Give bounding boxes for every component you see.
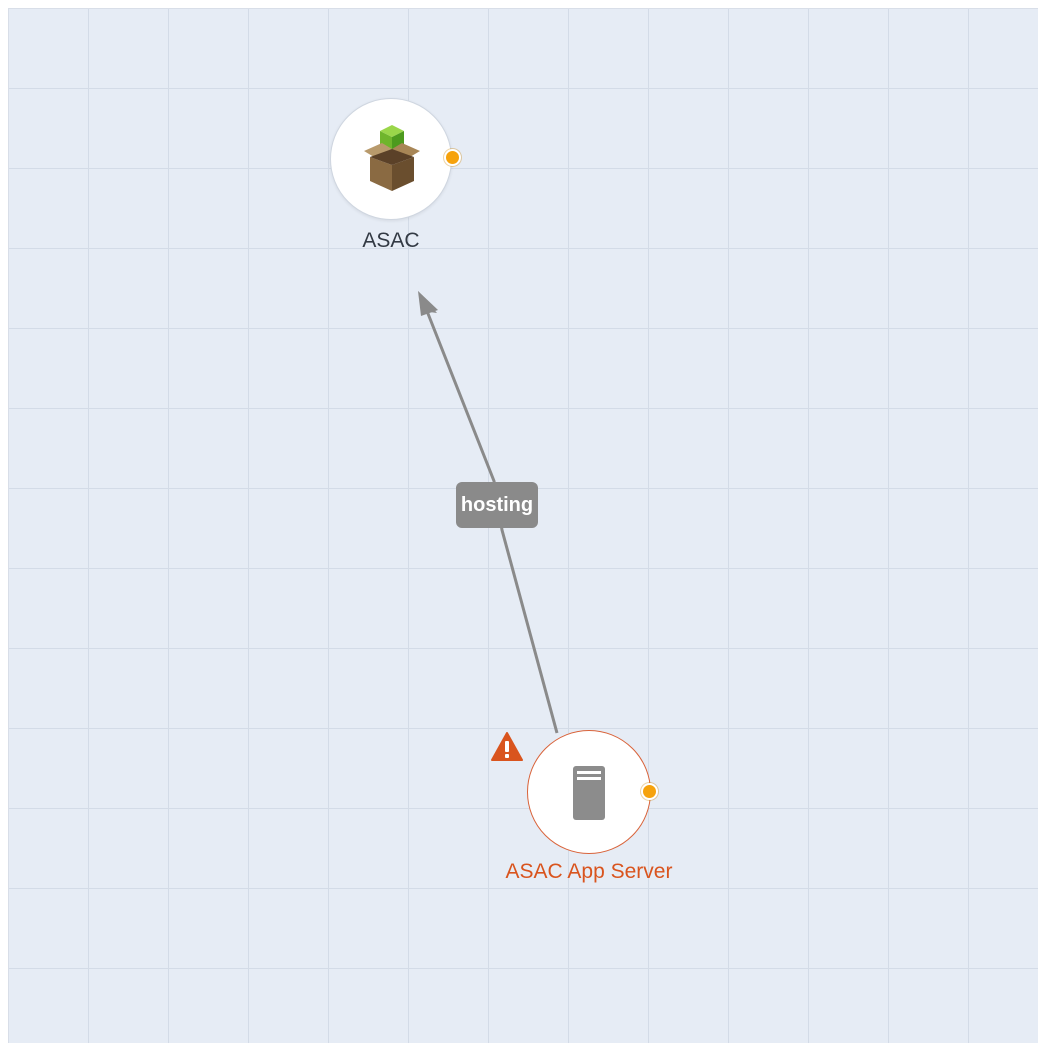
status-indicator	[641, 783, 658, 800]
package-box-icon	[364, 125, 420, 191]
node-asac-app-server[interactable]	[527, 730, 658, 854]
edge-label-hosting[interactable]: hosting	[456, 482, 538, 528]
node-asac[interactable]	[330, 98, 461, 220]
node-label-asac: ASAC	[362, 229, 420, 252]
server-icon	[573, 766, 605, 820]
status-indicator	[444, 149, 461, 166]
warning-triangle-icon[interactable]	[490, 731, 524, 763]
node-label-asac-app-server: ASAC App Server	[505, 860, 673, 883]
